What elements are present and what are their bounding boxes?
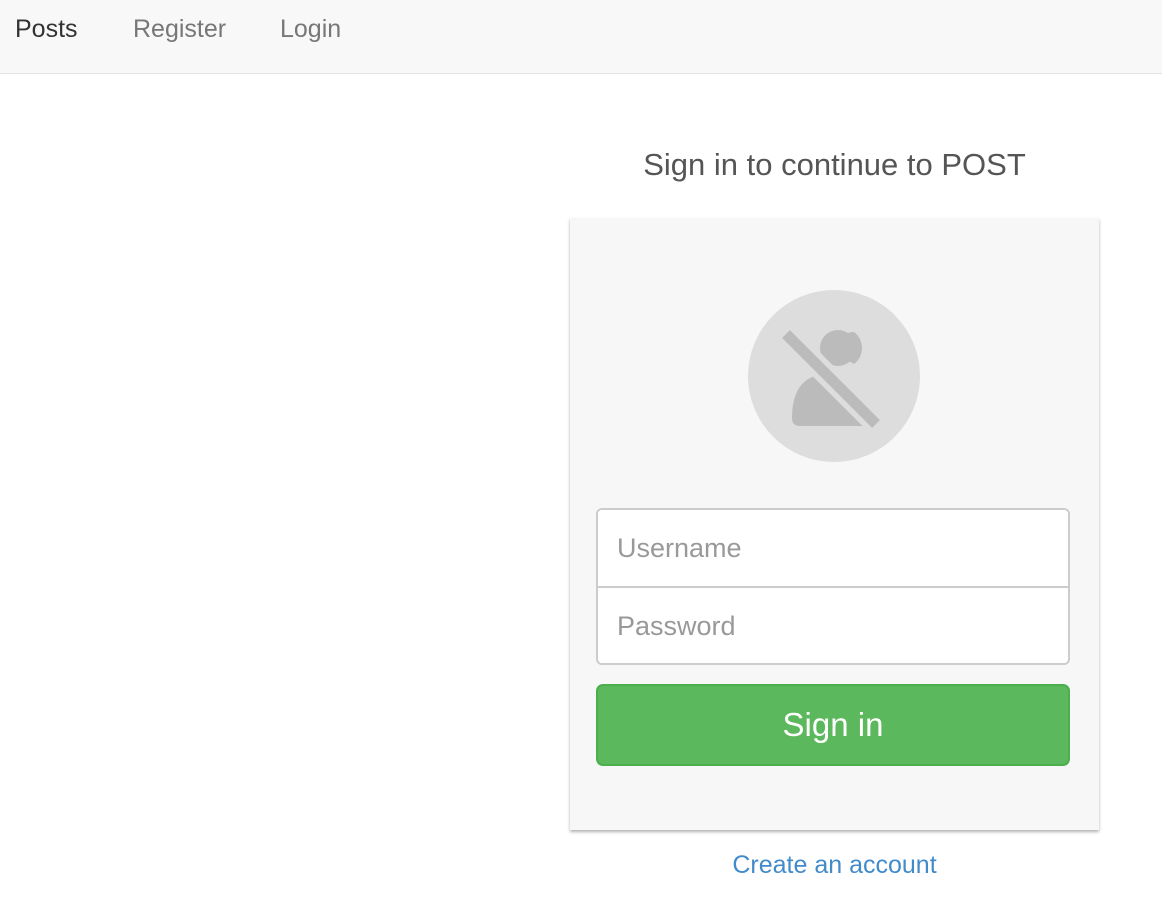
nav-link-login[interactable]: Login — [280, 14, 341, 44]
username-field[interactable] — [598, 510, 1068, 588]
credentials-group — [596, 508, 1070, 665]
sign-in-button[interactable]: Sign in — [596, 684, 1070, 766]
page-title: Sign in to continue to POST — [643, 147, 1026, 182]
user-slash-icon — [748, 290, 920, 462]
password-field[interactable] — [598, 588, 1068, 663]
avatar-graphic — [770, 318, 888, 436]
nav-brand-posts[interactable]: Posts — [15, 14, 78, 44]
signin-card: Sign in — [570, 218, 1099, 830]
nav-link-register[interactable]: Register — [133, 14, 226, 44]
create-account-link[interactable]: Create an account — [570, 849, 1099, 881]
navbar: Posts Register Login — [0, 0, 1162, 74]
